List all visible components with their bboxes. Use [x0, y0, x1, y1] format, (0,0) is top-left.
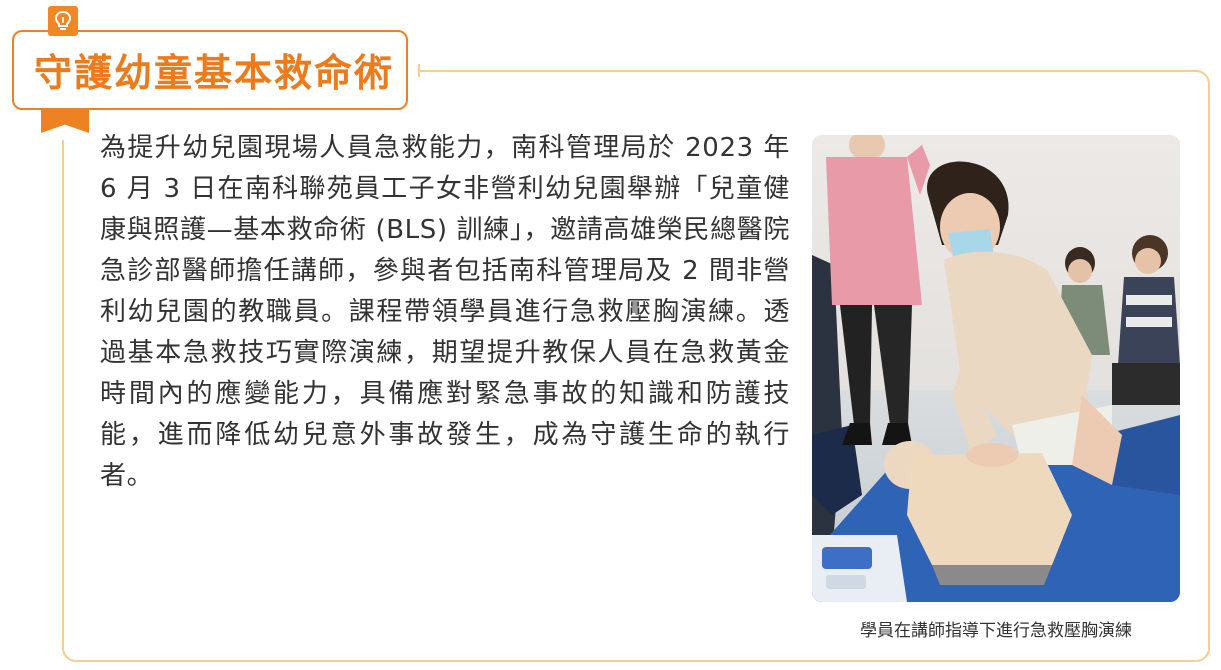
frame-tick — [418, 64, 420, 77]
cpr-training-photo — [812, 135, 1180, 602]
page-title: 守護幼童基本救命術 — [34, 51, 395, 95]
lightbulb-icon — [48, 6, 78, 36]
body-paragraph: 為提升幼兒園現場人員急救能力，南科管理局於 2023 年 6 月 3 日在南科聯… — [100, 133, 790, 491]
frame-left-line — [62, 140, 64, 640]
title-box: 守護幼童基本救命術 — [12, 30, 408, 110]
photo-caption: 學員在講師指導下進行急救壓胸演練 — [860, 621, 1132, 641]
